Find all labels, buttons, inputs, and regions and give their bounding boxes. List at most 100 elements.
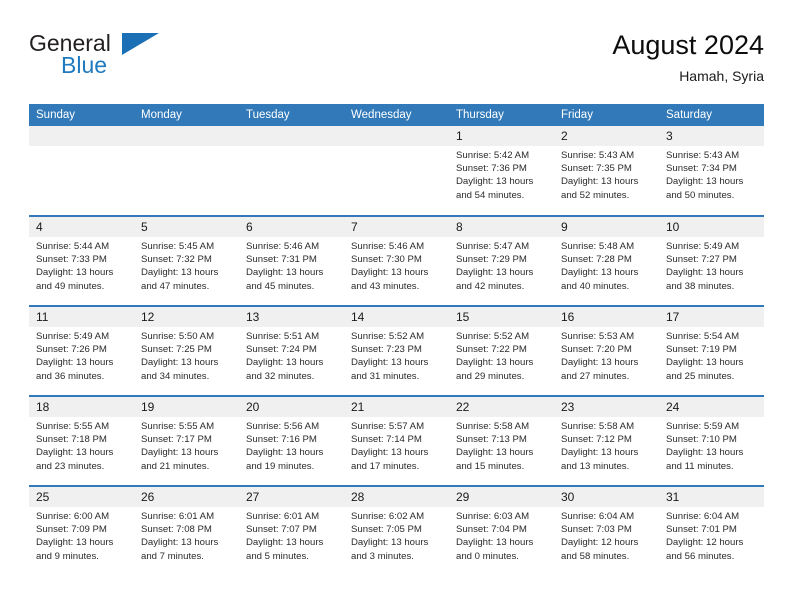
calendar-day-cell[interactable]: 7 Sunrise: 5:46 AM Sunset: 7:30 PM Daylight… — [344, 215, 449, 306]
detail-sunrise: Sunrise: 5:46 AM — [351, 241, 425, 252]
detail-daylight-line1: Daylight: 13 hours — [246, 267, 324, 279]
calendar-day-cell[interactable]: 12 Sunrise: 5:50 AM Sunset: 7:25 PM Dayligh… — [134, 305, 239, 396]
detail-daylight-line1: Daylight: 13 hours — [36, 357, 114, 369]
calendar-day-cell[interactable]: 19 Sunrise: 5:55 AM Sunset: 7:17 PM Dayligh… — [134, 395, 239, 486]
calendar-week-row: 11 Sunrise: 5:49 AM Sunset: 7:26 PM Dayligh… — [29, 305, 764, 396]
day-number: 1 — [449, 126, 554, 146]
detail-daylight-line2: and 47 minutes. — [141, 280, 210, 292]
detail-daylight-line1: Daylight: 13 hours — [246, 537, 324, 549]
detail-sunset: Sunset: 7:19 PM — [666, 344, 737, 356]
day-number: 23 — [554, 397, 659, 417]
detail-sunrise: Sunrise: 6:00 AM — [36, 511, 110, 522]
calendar-day-cell[interactable]: 27 Sunrise: 6:01 AM Sunset: 7:07 PM Dayligh… — [239, 485, 344, 576]
detail-daylight-line2: and 3 minutes. — [351, 550, 414, 562]
detail-sunrise: Sunrise: 5:48 AM — [561, 241, 635, 252]
detail-sunset: Sunset: 7:30 PM — [351, 254, 422, 266]
detail-daylight-line2: and 11 minutes. — [666, 460, 734, 472]
day-details: Sunrise: 6:04 AM Sunset: 7:03 PM Daylight:… — [554, 507, 659, 563]
weekday-header-monday: Monday — [134, 104, 239, 126]
brand-logo[interactable]: General Blue — [29, 31, 239, 91]
calendar-day-cell[interactable]: 10 Sunrise: 5:49 AM Sunset: 7:27 PM Dayligh… — [659, 215, 764, 306]
calendar-day-cell[interactable]: 24 Sunrise: 5:59 AM Sunset: 7:10 PM Dayligh… — [659, 395, 764, 486]
detail-daylight-line1: Daylight: 13 hours — [141, 447, 219, 459]
detail-daylight-line1: Daylight: 13 hours — [351, 267, 429, 279]
day-cell-inner: 31 Sunrise: 6:04 AM Sunset: 7:01 PM Dayligh… — [659, 487, 764, 576]
calendar-day-cell[interactable]: 11 Sunrise: 5:49 AM Sunset: 7:26 PM Dayligh… — [29, 305, 134, 396]
detail-daylight-line2: and 7 minutes. — [141, 550, 204, 562]
calendar-day-cell[interactable]: 9 Sunrise: 5:48 AM Sunset: 7:28 PM Daylight… — [554, 215, 659, 306]
detail-daylight-line2: and 31 minutes. — [351, 370, 420, 382]
calendar-day-cell[interactable]: 20 Sunrise: 5:56 AM Sunset: 7:16 PM Dayligh… — [239, 395, 344, 486]
day-details: Sunrise: 5:42 AM Sunset: 7:36 PM Daylight:… — [449, 146, 554, 202]
day-details: Sunrise: 5:47 AM Sunset: 7:29 PM Daylight:… — [449, 237, 554, 293]
calendar-day-cell[interactable]: 4 Sunrise: 5:44 AM Sunset: 7:33 PM Daylight… — [29, 215, 134, 306]
detail-daylight-line2: and 40 minutes. — [561, 280, 630, 292]
calendar-day-cell[interactable]: 17 Sunrise: 5:54 AM Sunset: 7:19 PM Dayligh… — [659, 305, 764, 396]
day-number: 4 — [29, 217, 134, 237]
detail-daylight-line2: and 13 minutes. — [561, 460, 630, 472]
calendar-day-cell[interactable]: 23 Sunrise: 5:58 AM Sunset: 7:12 PM Dayligh… — [554, 395, 659, 486]
calendar-day-cell[interactable]: 22 Sunrise: 5:58 AM Sunset: 7:13 PM Dayligh… — [449, 395, 554, 486]
day-details: Sunrise: 5:43 AM Sunset: 7:35 PM Daylight:… — [554, 146, 659, 202]
day-number — [134, 126, 239, 146]
detail-daylight-line1: Daylight: 13 hours — [561, 267, 639, 279]
calendar-day-cell[interactable]: 2 Sunrise: 5:43 AM Sunset: 7:35 PM Daylight… — [554, 126, 659, 216]
detail-daylight-line2: and 29 minutes. — [456, 370, 525, 382]
day-details: Sunrise: 5:53 AM Sunset: 7:20 PM Daylight:… — [554, 327, 659, 383]
calendar-day-cell[interactable]: 14 Sunrise: 5:52 AM Sunset: 7:23 PM Dayligh… — [344, 305, 449, 396]
detail-sunset: Sunset: 7:33 PM — [36, 254, 107, 266]
detail-sunrise: Sunrise: 5:46 AM — [246, 241, 320, 252]
detail-sunrise: Sunrise: 5:49 AM — [36, 331, 110, 342]
day-number: 25 — [29, 487, 134, 507]
detail-sunset: Sunset: 7:28 PM — [561, 254, 632, 266]
calendar-day-cell[interactable]: 16 Sunrise: 5:53 AM Sunset: 7:20 PM Dayligh… — [554, 305, 659, 396]
day-details: Sunrise: 5:58 AM Sunset: 7:12 PM Daylight:… — [554, 417, 659, 473]
detail-daylight-line1: Daylight: 13 hours — [561, 176, 639, 188]
detail-daylight-line1: Daylight: 13 hours — [456, 537, 534, 549]
calendar-day-cell[interactable]: 1 Sunrise: 5:42 AM Sunset: 7:36 PM Daylight… — [449, 126, 554, 216]
day-number: 8 — [449, 217, 554, 237]
calendar-day-cell[interactable]: 25 Sunrise: 6:00 AM Sunset: 7:09 PM Dayligh… — [29, 485, 134, 576]
calendar-day-cell[interactable]: 26 Sunrise: 6:01 AM Sunset: 7:08 PM Dayligh… — [134, 485, 239, 576]
calendar-day-cell[interactable]: 6 Sunrise: 5:46 AM Sunset: 7:31 PM Daylight… — [239, 215, 344, 306]
title-block: August 2024 Hamah, Syria — [612, 28, 764, 86]
day-details — [29, 146, 134, 149]
calendar-day-cell[interactable]: 18 Sunrise: 5:55 AM Sunset: 7:18 PM Dayligh… — [29, 395, 134, 486]
detail-daylight-line1: Daylight: 13 hours — [561, 357, 639, 369]
day-number — [239, 126, 344, 146]
calendar-day-cell[interactable]: 13 Sunrise: 5:51 AM Sunset: 7:24 PM Dayligh… — [239, 305, 344, 396]
detail-daylight-line2: and 43 minutes. — [351, 280, 420, 292]
day-details: Sunrise: 5:46 AM Sunset: 7:30 PM Daylight:… — [344, 237, 449, 293]
weekday-header-thursday: Thursday — [449, 104, 554, 126]
calendar-day-cell[interactable]: 15 Sunrise: 5:52 AM Sunset: 7:22 PM Dayligh… — [449, 305, 554, 396]
calendar-cell-empty — [344, 126, 449, 216]
calendar-day-cell[interactable]: 5 Sunrise: 5:45 AM Sunset: 7:32 PM Daylight… — [134, 215, 239, 306]
day-number: 10 — [659, 217, 764, 237]
calendar-day-cell[interactable]: 31 Sunrise: 6:04 AM Sunset: 7:01 PM Dayligh… — [659, 485, 764, 576]
calendar-day-cell[interactable]: 29 Sunrise: 6:03 AM Sunset: 7:04 PM Dayligh… — [449, 485, 554, 576]
day-cell-inner: 22 Sunrise: 5:58 AM Sunset: 7:13 PM Dayligh… — [449, 397, 554, 485]
calendar-day-cell[interactable]: 28 Sunrise: 6:02 AM Sunset: 7:05 PM Dayligh… — [344, 485, 449, 576]
day-number: 18 — [29, 397, 134, 417]
day-cell-inner: 24 Sunrise: 5:59 AM Sunset: 7:10 PM Dayligh… — [659, 397, 764, 485]
day-cell-inner: 11 Sunrise: 5:49 AM Sunset: 7:26 PM Dayligh… — [29, 307, 134, 395]
detail-daylight-line1: Daylight: 13 hours — [246, 357, 324, 369]
detail-daylight-line2: and 9 minutes. — [36, 550, 99, 562]
day-details: Sunrise: 5:55 AM Sunset: 7:18 PM Daylight:… — [29, 417, 134, 473]
day-details: Sunrise: 5:51 AM Sunset: 7:24 PM Daylight:… — [239, 327, 344, 383]
calendar-day-cell[interactable]: 3 Sunrise: 5:43 AM Sunset: 7:34 PM Daylight… — [659, 126, 764, 216]
detail-daylight-line2: and 19 minutes. — [246, 460, 315, 472]
day-cell-inner — [134, 126, 239, 215]
detail-sunrise: Sunrise: 5:43 AM — [561, 150, 635, 161]
weekday-header-tuesday: Tuesday — [239, 104, 344, 126]
calendar-day-cell[interactable]: 8 Sunrise: 5:47 AM Sunset: 7:29 PM Daylight… — [449, 215, 554, 306]
detail-sunrise: Sunrise: 5:52 AM — [351, 331, 425, 342]
day-number: 3 — [659, 126, 764, 146]
detail-daylight-line2: and 21 minutes. — [141, 460, 210, 472]
day-cell-inner: 26 Sunrise: 6:01 AM Sunset: 7:08 PM Dayligh… — [134, 487, 239, 576]
calendar-day-cell[interactable]: 30 Sunrise: 6:04 AM Sunset: 7:03 PM Dayligh… — [554, 485, 659, 576]
day-details — [134, 146, 239, 149]
calendar-day-cell[interactable]: 21 Sunrise: 5:57 AM Sunset: 7:14 PM Dayligh… — [344, 395, 449, 486]
calendar-body: 1 Sunrise: 5:42 AM Sunset: 7:36 PM Daylight… — [29, 126, 764, 576]
day-details: Sunrise: 5:52 AM Sunset: 7:23 PM Daylight:… — [344, 327, 449, 383]
